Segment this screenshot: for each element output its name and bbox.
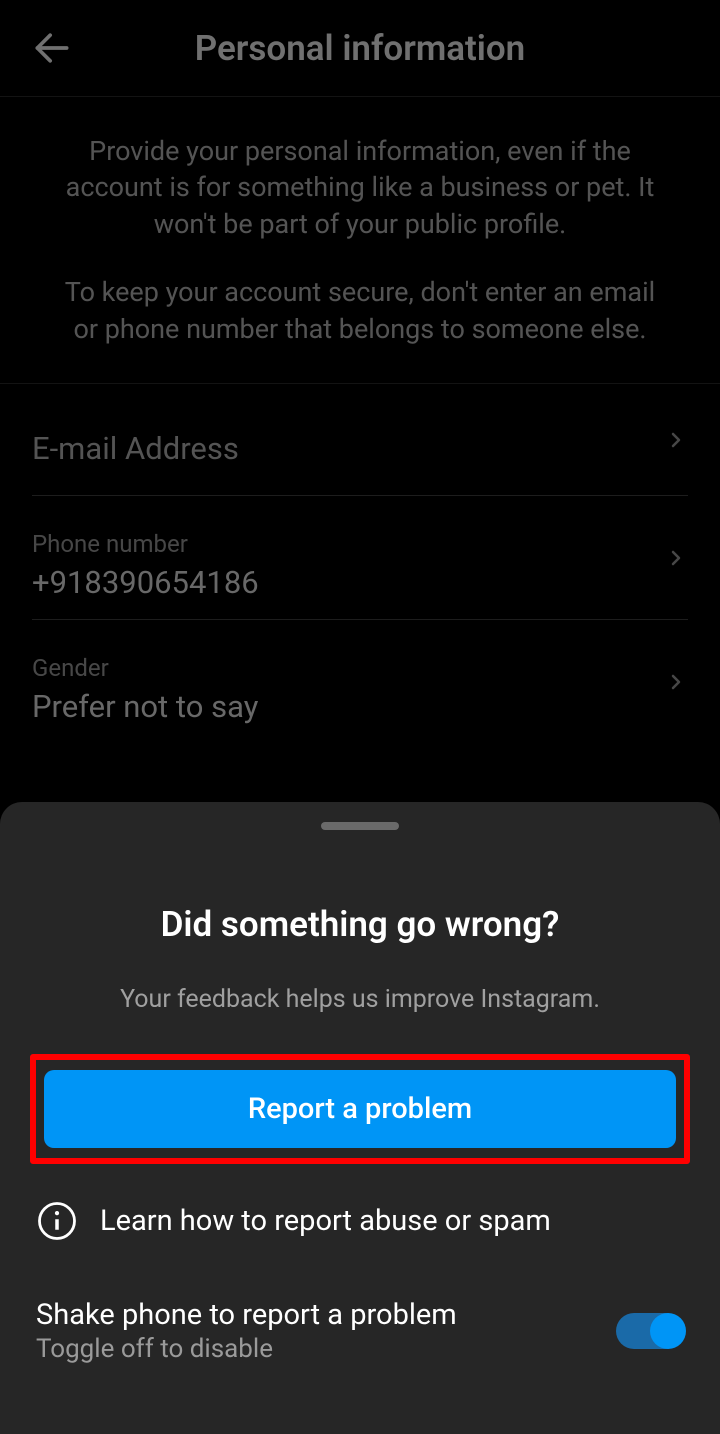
toggle-knob [650,1313,686,1349]
info-paragraph-1: Provide your personal information, even … [0,97,720,254]
chevron-right-icon [664,546,688,570]
page-title: Personal information [28,28,692,69]
gender-field-row[interactable]: Gender Prefer not to say [32,620,688,743]
shake-title: Shake phone to report a problem [36,1298,457,1332]
shake-toggle[interactable] [616,1313,684,1349]
bottom-sheet: Did something go wrong? Your feedback he… [0,802,720,1434]
sheet-title: Did something go wrong? [30,904,690,945]
shake-toggle-row: Shake phone to report a problem Toggle o… [30,1298,690,1364]
info-icon [36,1200,78,1242]
shake-labels: Shake phone to report a problem Toggle o… [36,1298,457,1364]
gender-value: Prefer not to say [32,688,688,725]
chevron-right-icon [664,428,688,452]
drag-handle[interactable] [321,822,399,830]
page-header: Personal information [0,0,720,96]
email-field-row[interactable]: E-mail Address [32,384,688,496]
highlight-box: Report a problem [30,1054,690,1164]
fields-container: E-mail Address Phone number +91839065418… [0,384,720,743]
gender-label: Gender [32,654,688,682]
email-label: E-mail Address [32,430,688,467]
info-paragraph-2: To keep your account secure, don't enter… [0,254,720,383]
phone-value: +918390654186 [32,564,688,601]
shake-subtitle: Toggle off to disable [36,1334,457,1364]
phone-label: Phone number [32,530,688,558]
sheet-subtitle: Your feedback helps us improve Instagram… [30,985,690,1014]
learn-abuse-link[interactable]: Learn how to report abuse or spam [30,1200,690,1242]
chevron-right-icon [664,670,688,694]
learn-abuse-text: Learn how to report abuse or spam [100,1204,551,1238]
report-problem-button[interactable]: Report a problem [44,1070,676,1148]
phone-field-row[interactable]: Phone number +918390654186 [32,496,688,620]
